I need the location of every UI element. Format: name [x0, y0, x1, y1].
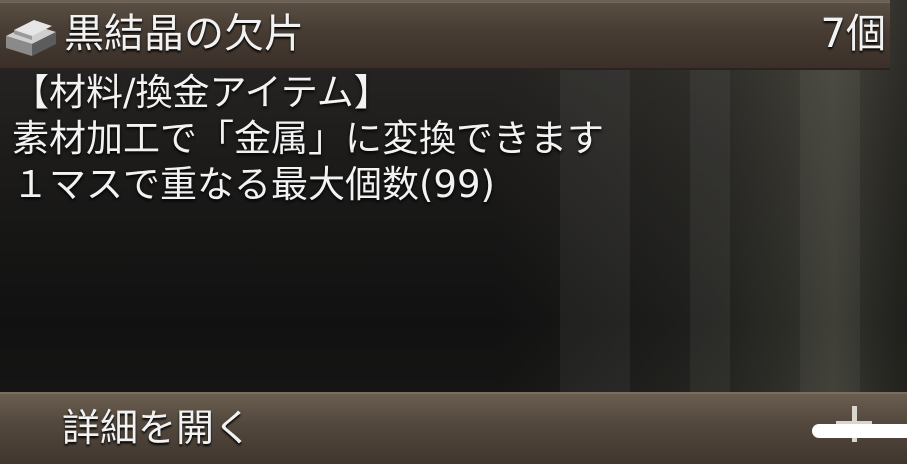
description-line-usage: 素材加工で「金属」に変換できます	[12, 117, 604, 160]
item-description: 【材料/換金アイテム】 素材加工で「金属」に変換できます １マスで重なる最大個数…	[12, 70, 604, 208]
description-line-stack: １マスで重なる最大個数(99)	[12, 163, 495, 206]
description-line-category: 【材料/換金アイテム】	[12, 71, 391, 114]
item-name: 黒結晶の欠片	[64, 11, 304, 57]
metal-ingot-icon	[6, 20, 56, 56]
background-stripe	[690, 70, 730, 402]
open-details-button[interactable]: 詳細を開く	[0, 392, 907, 464]
background-stripe	[800, 70, 860, 402]
open-details-label: 詳細を開く	[62, 406, 253, 450]
highlight-bar	[812, 424, 907, 438]
item-header: 黒結晶の欠片 7個	[0, 0, 890, 70]
item-count: 7個	[820, 11, 886, 57]
